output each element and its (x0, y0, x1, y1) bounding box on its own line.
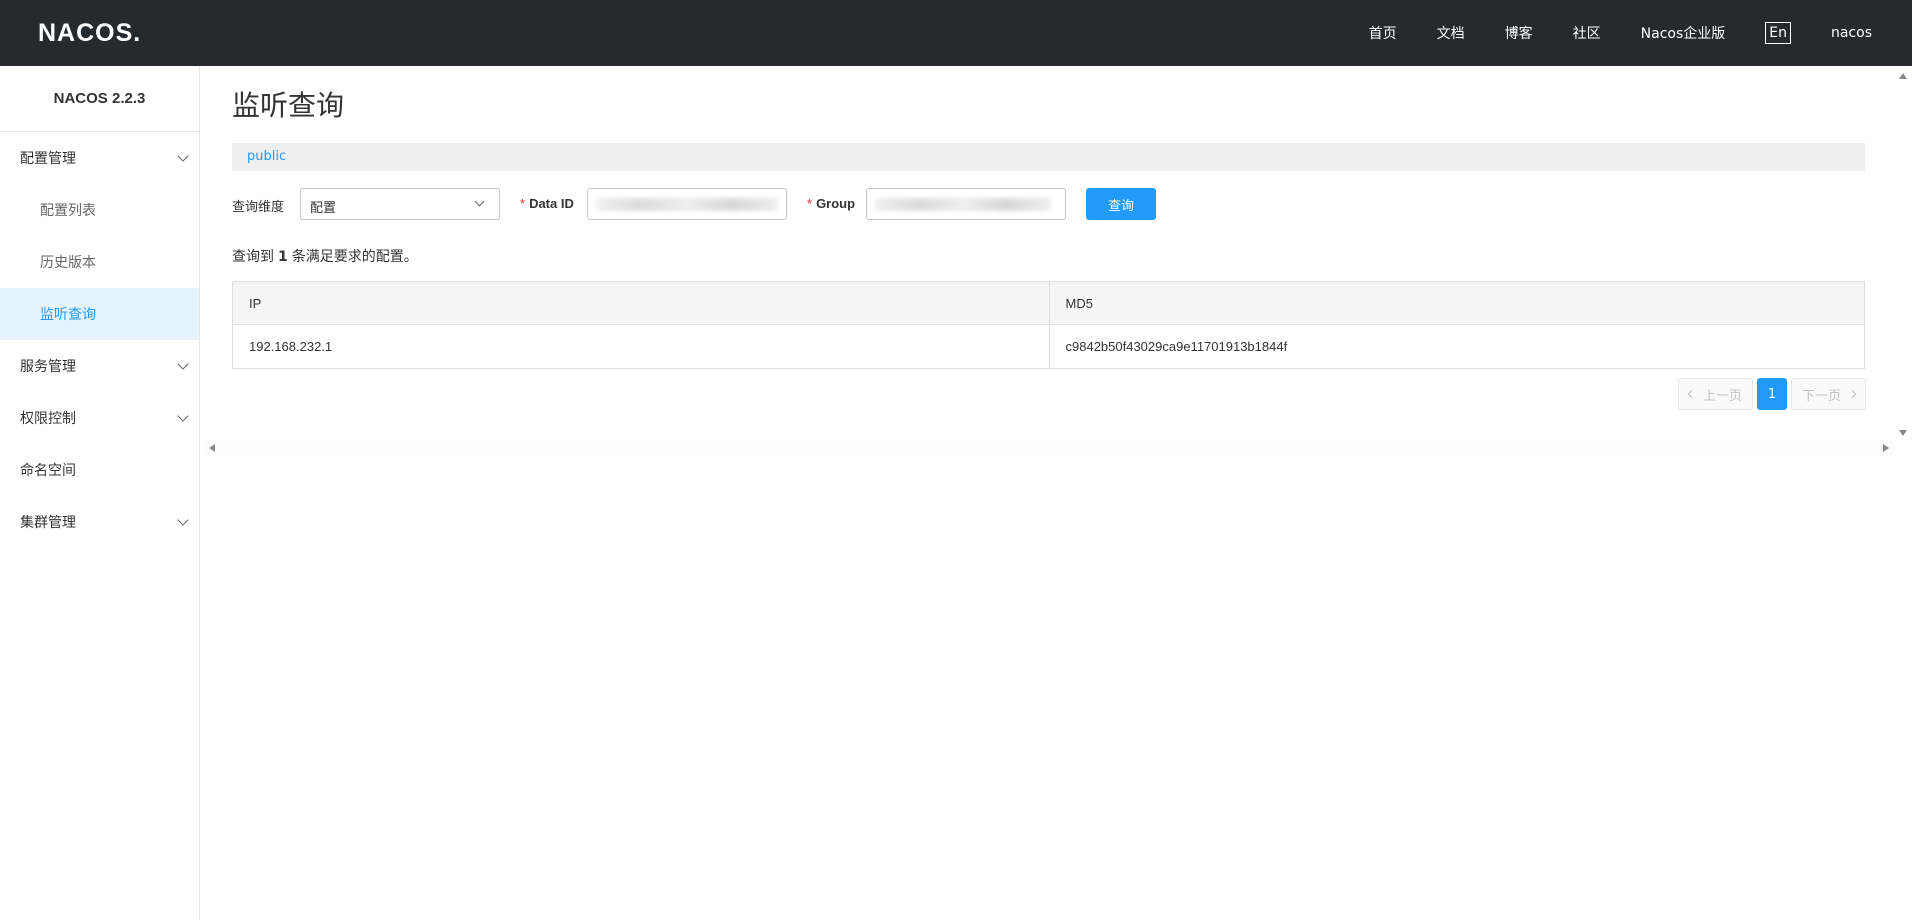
nav-docs[interactable]: 文档 (1437, 23, 1465, 43)
sidebar-group-config[interactable]: 配置管理 (0, 132, 199, 184)
chevron-down-icon (177, 358, 189, 370)
scroll-up-icon[interactable] (1899, 73, 1907, 79)
cell-ip: 192.168.232.1 (249, 339, 333, 354)
sidebar-group-label: 服务管理 (20, 359, 76, 375)
table-row: 192.168.232.1 c9842b50f43029ca9e11701913… (233, 325, 1864, 368)
logo-text: NACOS. (38, 19, 142, 47)
sidebar-group-auth[interactable]: 权限控制 (0, 392, 199, 444)
top-nav-bar: NACOS. 首页 文档 博客 社区 Nacos企业版 En nacos (0, 0, 1912, 66)
horizontal-scrollbar[interactable] (204, 440, 1894, 456)
scroll-down-icon[interactable] (1899, 430, 1907, 436)
top-nav: 首页 文档 博客 社区 Nacos企业版 En nacos (1329, 0, 1872, 66)
group-input[interactable] (866, 188, 1066, 220)
query-form: 查询维度 配置 * Data ID * Group 查询 (232, 186, 1232, 222)
sidebar-item-config-list[interactable]: 配置列表 (0, 184, 199, 236)
cell-md5: c9842b50f43029ca9e11701913b1844f (1048, 325, 1865, 368)
dimension-label: 查询维度 (232, 199, 285, 214)
summary-suffix: 条满足要求的配置。 (291, 249, 418, 265)
column-header-ip: IP (249, 295, 262, 311)
page-number-current[interactable]: 1 (1756, 378, 1787, 410)
required-mark: * (520, 196, 526, 211)
user-name[interactable]: nacos (1831, 25, 1872, 41)
dimension-value: 配置 (310, 201, 337, 216)
next-page-label: 下一页 (1801, 388, 1841, 404)
data-id-input[interactable] (587, 188, 787, 220)
prev-page-label: 上一页 (1702, 388, 1742, 404)
required-mark: * (807, 196, 813, 211)
sidebar-group-service[interactable]: 服务管理 (0, 340, 199, 392)
group-label: * Group (807, 196, 855, 211)
sidebar-item-listener-query[interactable]: 监听查询 (0, 288, 199, 340)
page-title: 监听查询 (232, 89, 345, 122)
nav-enterprise[interactable]: Nacos企业版 (1641, 23, 1726, 43)
sidebar-group-label: 集群管理 (20, 515, 76, 531)
chevron-left-icon (1687, 389, 1697, 399)
nav-home[interactable]: 首页 (1369, 23, 1397, 43)
group-label-text: Group (816, 196, 856, 211)
sidebar-item-history[interactable]: 历史版本 (0, 236, 199, 288)
redacted-value (875, 198, 1051, 211)
sidebar-item-namespace[interactable]: 命名空间 (0, 444, 199, 496)
prev-page-button[interactable]: 上一页 (1677, 378, 1753, 410)
summary-prefix: 查询到 (232, 249, 274, 265)
nacos-logo[interactable]: NACOS. (38, 18, 141, 48)
namespace-bar: public (232, 143, 1865, 171)
table-header: IP MD5 (233, 282, 1864, 325)
chevron-down-icon (177, 410, 189, 422)
namespace-public[interactable]: public (247, 149, 286, 164)
result-summary: 查询到 1 条满足要求的配置。 (232, 246, 418, 266)
data-id-label-text: Data ID (529, 196, 574, 211)
summary-count: 1 (278, 249, 288, 265)
redacted-value (596, 198, 778, 211)
sidebar: NACOS 2.2.3 配置管理 配置列表 历史版本 监听查询 服务管理 权限控… (0, 66, 200, 920)
scroll-left-icon[interactable] (209, 444, 215, 452)
nav-blog[interactable]: 博客 (1505, 23, 1533, 43)
vertical-scrollbar[interactable] (1894, 66, 1912, 436)
chevron-down-icon (177, 150, 189, 162)
sidebar-group-label: 命名空间 (20, 463, 76, 479)
column-header-md5: MD5 (1048, 282, 1865, 324)
query-button[interactable]: 查询 (1086, 188, 1156, 220)
sidebar-group-cluster[interactable]: 集群管理 (0, 496, 199, 548)
data-id-label: * Data ID (520, 196, 574, 211)
sidebar-group-label: 配置管理 (20, 151, 76, 167)
next-page-button[interactable]: 下一页 (1790, 378, 1866, 410)
scroll-right-icon[interactable] (1883, 444, 1889, 452)
chevron-down-icon (177, 514, 189, 526)
version-title: NACOS 2.2.3 (0, 66, 199, 132)
chevron-down-icon (474, 196, 485, 207)
pagination: 上一页 1 下一页 (1677, 378, 1866, 410)
dimension-select[interactable]: 配置 (300, 188, 500, 220)
nav-community[interactable]: 社区 (1573, 23, 1601, 43)
language-toggle[interactable]: En (1765, 22, 1791, 44)
chevron-right-icon (1847, 389, 1857, 399)
sidebar-group-label: 权限控制 (20, 411, 76, 427)
results-table: IP MD5 192.168.232.1 c9842b50f43029ca9e1… (232, 281, 1865, 369)
